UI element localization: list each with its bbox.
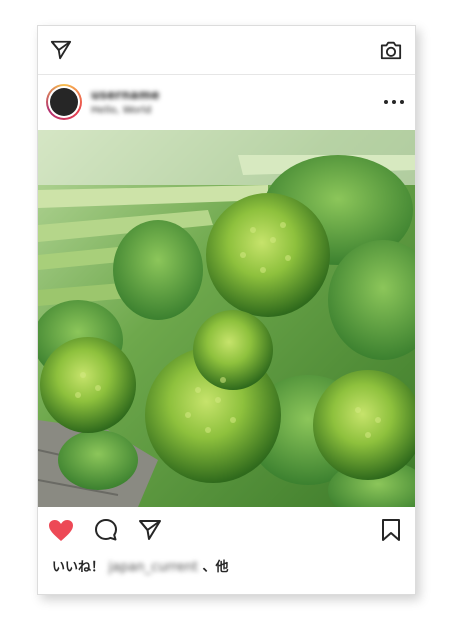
- post-header: username Hello, World: [38, 74, 415, 130]
- heart-icon[interactable]: [48, 519, 74, 542]
- paper-plane-icon[interactable]: [50, 39, 72, 61]
- more-options-icon[interactable]: [383, 93, 405, 111]
- comment-icon[interactable]: [94, 518, 118, 542]
- post-username[interactable]: username: [91, 88, 160, 102]
- top-bar: [38, 26, 415, 75]
- post-card: username Hello, World いいね！ japan_current…: [37, 25, 416, 595]
- likes-prefix: いいね！: [52, 560, 105, 575]
- likes-line: いいね！ japan_current 、他: [52, 556, 229, 575]
- avatar[interactable]: [46, 84, 82, 120]
- send-icon[interactable]: [138, 518, 162, 542]
- post-location[interactable]: Hello, World: [91, 105, 151, 116]
- broccoli-photo: [38, 130, 415, 507]
- bookmark-icon[interactable]: [381, 518, 401, 542]
- avatar-ring: [48, 86, 80, 118]
- action-bar: [38, 507, 415, 551]
- liked-by-username[interactable]: japan_current: [109, 560, 198, 575]
- likes-suffix[interactable]: 、他: [203, 560, 229, 575]
- post-image[interactable]: [38, 130, 415, 507]
- camera-icon[interactable]: [379, 39, 403, 61]
- avatar-image: [50, 88, 78, 116]
